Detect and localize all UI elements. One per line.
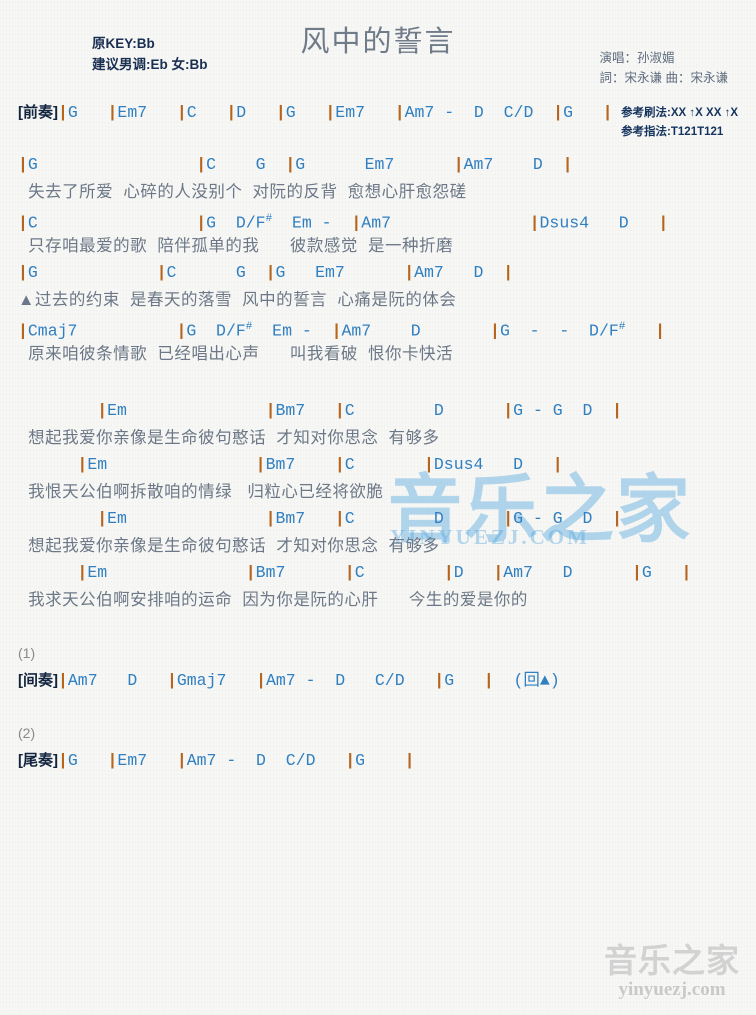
outro-chords: |G |Em7 |Am7 - D C/D |G | [58, 751, 415, 770]
lyricline: 我恨天公伯啊拆散咱的情绿 归粒心已经将欲脆 [18, 483, 384, 501]
verse-line-2: |C |G D/F# Em - |Am7 |Dsus4 D | 只存咱最爱的歌 … [18, 206, 738, 260]
writer-credit: 詞：宋永谦 曲：宋永谦 [599, 71, 728, 85]
lyricline: 失去了所爱 心碎的人没别个 对阮的反背 愈想心肝愈怨磋 [18, 183, 467, 201]
interlude-marker: (1) [18, 645, 36, 661]
chorus-line-3: |Em |Bm7 |C D |G - G D | 想起我爱你亲像是生命彼句憨话 … [18, 506, 738, 560]
watermark-corner-cn: 音乐之家 [604, 941, 740, 980]
interlude-tag: [间奏] [18, 672, 58, 689]
lyricline: 我求天公伯啊安排咱的运命 因为你是阮的心肝 今生的爱是你的 [18, 591, 528, 609]
chorus-line-4: |Em |Bm7 |C |D |Am7 D |G | 我求天公伯啊安排咱的运命 … [18, 560, 738, 614]
verse-line-4: |Cmaj7 |G D/F# Em - |Am7 D |G - - D/F# |… [18, 314, 738, 368]
verse-line-3: |G |C G |G Em7 |Am7 D | ▲过去的约束 是春天的落雪 风中… [18, 260, 738, 314]
chorus-line-1: |Em |Bm7 |C D |G - G D | 想起我爱你亲像是生命彼句憨话 … [18, 398, 738, 452]
chordline: |C |G D/F# Em - |Am7 |Dsus4 D | [18, 213, 669, 233]
outro-tag: [尾奏] [18, 752, 58, 769]
chordline: |Cmaj7 |G D/F# Em - |Am7 D |G - - D/F# | [18, 321, 665, 341]
lyricline: 原来咱彼条情歌 已经唱出心声 叫我看破 恨你卡快活 [18, 345, 454, 363]
lyricline: ▲过去的约束 是春天的落雪 风中的誓言 心痛是阮的体会 [18, 291, 457, 309]
chordline: |G |C G |G Em7 |Am7 D | [18, 263, 514, 282]
chordline: |G |C G |G Em7 |Am7 D | [18, 155, 573, 174]
chordline: |Em |Bm7 |C D |G - G D | [97, 509, 623, 528]
lyricline: 只存咱最爱的歌 陪伴孤单的我 彼款感觉 是一种折磨 [18, 237, 454, 255]
chordline: |Em |Bm7 |C |D |Am7 D |G | [77, 563, 692, 582]
sheet-music-page: 风中的誓言 原KEY:Bb 建议男调:Eb 女:Bb 演唱：孙淑媚 詞：宋永谦 … [0, 0, 756, 1015]
suggested-key: 建议男调:Eb 女:Bb [92, 57, 208, 72]
outro-marker: (2) [18, 725, 36, 741]
section-intro: [前奏]|G |Em7 |C |D |G |Em7 |Am7 - D C/D |… [18, 100, 738, 126]
chordline: |Em |Bm7 |C |Dsus4 D | [77, 455, 563, 474]
section-interlude: [间奏]|Am7 D |Gmaj7 |Am7 - D C/D |G | (回▲) [18, 668, 738, 694]
chorus-line-2: |Em |Bm7 |C |Dsus4 D | 我恨天公伯啊拆散咱的情绿 归粒心已… [18, 452, 738, 506]
credits: 演唱：孙淑媚 詞：宋永谦 曲：宋永谦 [600, 48, 728, 88]
intro-chordline: [前奏]|G |Em7 |C |D |G |Em7 |Am7 - D C/D |… [18, 100, 738, 126]
watermark-corner-en: yinyuezj.com [618, 979, 726, 1000]
section-outro: [尾奏]|G |Em7 |Am7 - D C/D |G | [18, 748, 738, 774]
lyricline: 想起我爱你亲像是生命彼句憨话 才知对你思念 有够多 [18, 429, 440, 447]
lyricline: 想起我爱你亲像是生命彼句憨话 才知对你思念 有够多 [18, 537, 440, 555]
singer-credit: 演唱：孙淑媚 [599, 51, 675, 65]
intro-tag: [前奏] [18, 104, 58, 121]
intro-chords: |G |Em7 |C |D |G |Em7 |Am7 - D C/D |G | [58, 103, 613, 122]
watermark-corner: 音乐之家 yinyuezj.com [604, 943, 740, 1001]
interlude-chordline: [间奏]|Am7 D |Gmaj7 |Am7 - D C/D |G | (回▲) [18, 668, 738, 694]
interlude-chords: |Am7 D |Gmaj7 |Am7 - D C/D |G | (回▲) [58, 671, 560, 690]
original-key: 原KEY:Bb [92, 36, 155, 51]
outro-chordline: [尾奏]|G |Em7 |Am7 - D C/D |G | [18, 748, 738, 774]
key-info: 原KEY:Bb 建议男调:Eb 女:Bb [92, 33, 208, 75]
verse-line-1: |G |C G |G Em7 |Am7 D | 失去了所爱 心碎的人没别个 对阮… [18, 152, 738, 206]
chordline: |Em |Bm7 |C D |G - G D | [97, 401, 623, 420]
